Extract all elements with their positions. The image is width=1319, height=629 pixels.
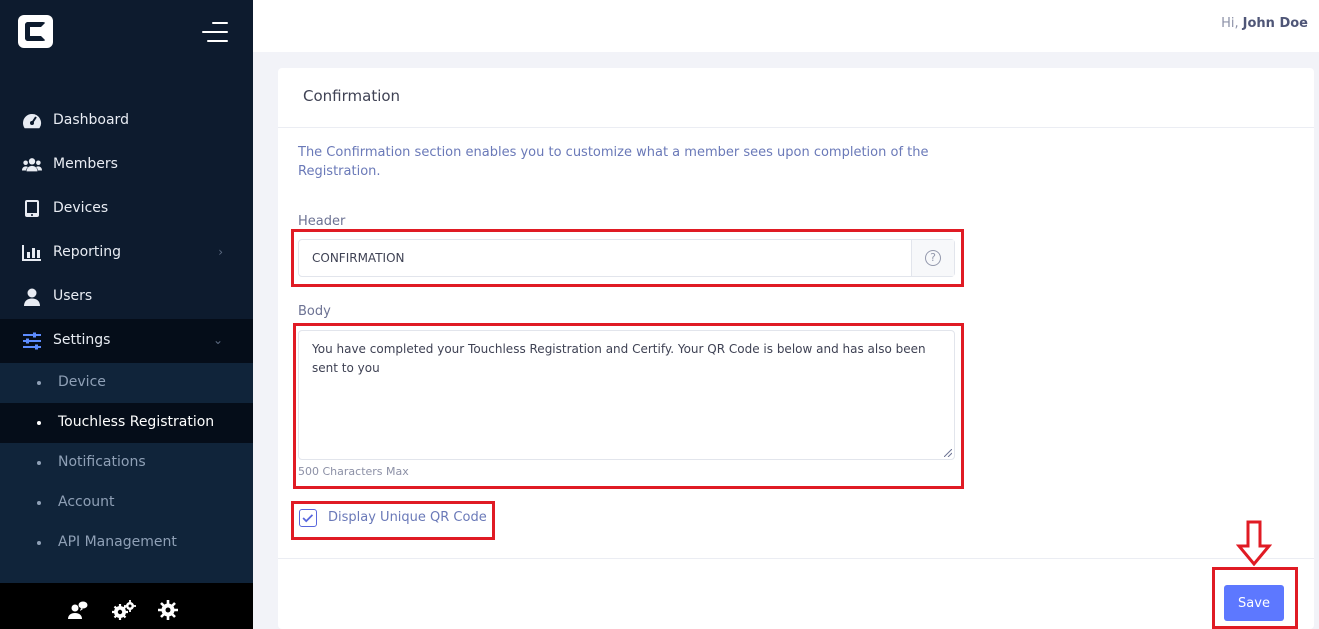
user-name: John Doe: [1242, 16, 1308, 31]
sidebar-item-label: Dashboard: [53, 112, 129, 128]
user-icon: [24, 288, 40, 306]
annotation-box-header: [291, 229, 964, 287]
bullet-icon: [37, 381, 41, 385]
hamburger-icon[interactable]: [202, 22, 228, 42]
chevron-down-icon: ⌄: [212, 333, 223, 347]
bullet-icon: [37, 501, 41, 505]
submenu-item-device[interactable]: Device: [0, 363, 253, 403]
divider: [278, 127, 1314, 128]
sidebar-item-settings[interactable]: Settings ⌄: [0, 319, 253, 363]
speedometer-icon: [23, 113, 42, 129]
gear-icon[interactable]: [158, 600, 178, 620]
settings-submenu: Device Touchless Registration Notificati…: [0, 363, 253, 583]
sidebar-item-reporting[interactable]: Reporting ›: [0, 231, 253, 275]
bar-chart-icon: [22, 245, 41, 261]
chevron-right-icon: ›: [218, 245, 223, 259]
sliders-icon: [23, 332, 41, 350]
sidebar-item-users[interactable]: Users: [0, 275, 253, 319]
submenu-item-touchless-registration[interactable]: Touchless Registration: [0, 403, 253, 443]
bullet-icon: [37, 541, 41, 545]
submenu-item-label: API Management: [58, 534, 177, 550]
annotation-box-save: [1212, 567, 1298, 629]
sidebar-item-devices[interactable]: Devices: [0, 187, 253, 231]
submenu-item-api-management[interactable]: API Management: [0, 523, 253, 563]
submenu-item-notifications[interactable]: Notifications: [0, 443, 253, 483]
divider: [278, 558, 1314, 559]
down-arrow-icon: [1236, 520, 1272, 566]
gears-icon[interactable]: [112, 600, 136, 620]
users-icon: [22, 158, 42, 172]
sidebar-item-dashboard[interactable]: Dashboard: [0, 99, 253, 143]
submenu-item-label: Device: [58, 374, 106, 390]
body-label: Body: [298, 304, 331, 319]
app-logo-icon[interactable]: [18, 15, 53, 48]
header-label: Header: [298, 214, 346, 229]
annotation-box-checkbox: [291, 501, 495, 540]
sidebar-item-label: Members: [53, 156, 118, 172]
top-bar: Hi, John Doe: [253, 0, 1319, 52]
bullet-icon: [37, 461, 41, 465]
card-title: Confirmation: [303, 87, 401, 105]
sidebar: Dashboard Members Devices Reporting › Us…: [0, 0, 253, 629]
submenu-item-label: Account: [58, 494, 115, 510]
user-greeting[interactable]: Hi, John Doe: [1221, 16, 1308, 31]
sidebar-item-label: Reporting: [53, 244, 122, 260]
sidebar-footer: [0, 583, 253, 629]
sidebar-item-label: Devices: [53, 200, 109, 216]
submenu-item-label: Notifications: [58, 454, 146, 470]
sidebar-item-members[interactable]: Members: [0, 143, 253, 187]
sidebar-item-label: Settings: [53, 332, 111, 348]
tablet-icon: [25, 200, 39, 217]
user-chat-icon[interactable]: [68, 600, 88, 620]
section-description: The Confirmation section enables you to …: [298, 145, 929, 179]
submenu-item-label: Touchless Registration: [58, 414, 215, 430]
bullet-icon: [37, 421, 41, 425]
sidebar-item-label: Users: [53, 288, 93, 304]
submenu-item-account[interactable]: Account: [0, 483, 253, 523]
greeting-text: Hi,: [1221, 16, 1239, 31]
annotation-box-body: [293, 323, 964, 489]
